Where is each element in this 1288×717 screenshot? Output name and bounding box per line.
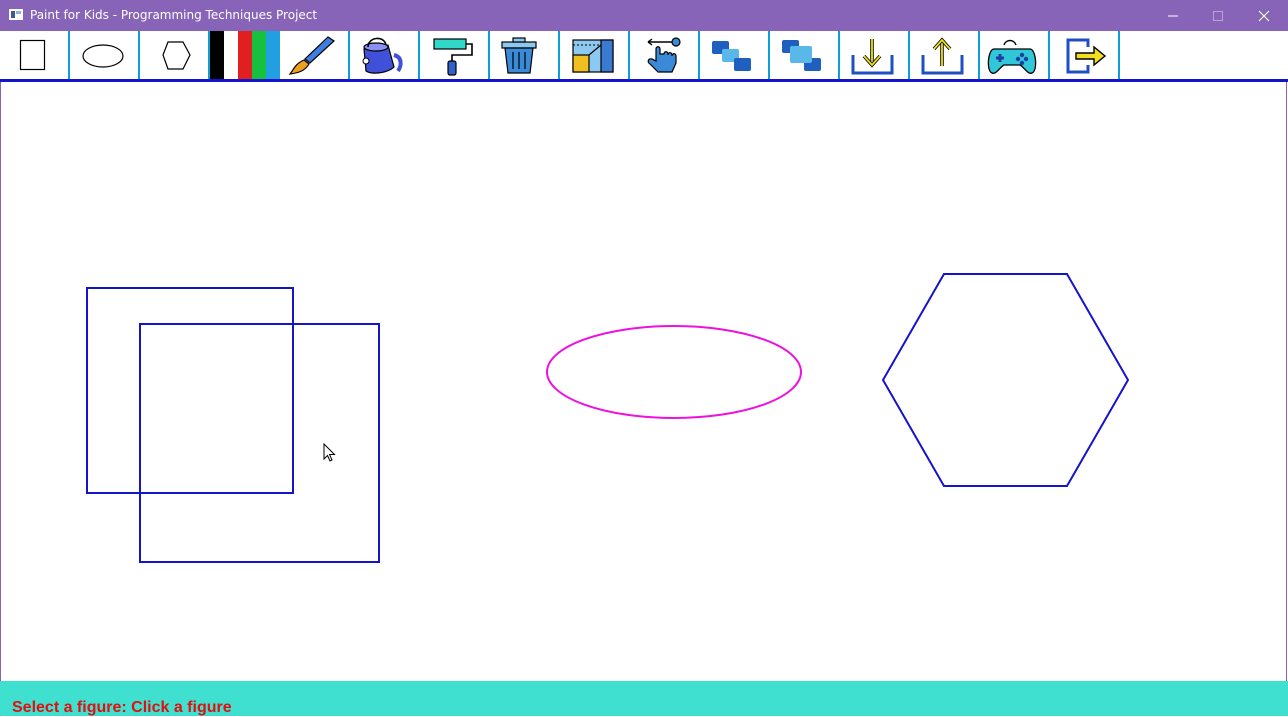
hexagon-figure[interactable]: [881, 273, 1130, 487]
status-message: Select a figure: Click a figure: [12, 699, 232, 716]
download-icon: [851, 39, 894, 75]
exit-button[interactable]: [1050, 31, 1120, 79]
minimize-button[interactable]: [1150, 0, 1196, 31]
paint-roller-icon: [433, 38, 473, 76]
play-mode-button[interactable]: [980, 31, 1050, 79]
draw-hexagon-button[interactable]: [140, 31, 210, 79]
window-title: Paint for Kids - Programming Techniques …: [30, 8, 318, 22]
move-figure-button[interactable]: [630, 31, 700, 79]
toolbar: [0, 31, 1288, 79]
rectangle-figure-1[interactable]: [86, 287, 294, 494]
bring-to-front-button[interactable]: [770, 31, 840, 79]
trash-icon: [501, 37, 537, 74]
change-draw-color-button[interactable]: [280, 31, 350, 79]
ellipse-figure[interactable]: [546, 325, 802, 419]
change-background-button[interactable]: [420, 31, 490, 79]
gamepad-icon: [987, 39, 1037, 74]
figures-layer: [86, 273, 1130, 563]
close-icon: [1258, 10, 1270, 22]
change-fill-color-button[interactable]: [350, 31, 420, 79]
app-icon: [9, 9, 23, 20]
status-bar: Select a figure: Click a figure: [0, 681, 1288, 716]
color-palette-icon: [210, 31, 280, 79]
ellipse-icon: [82, 44, 124, 68]
maximize-button[interactable]: [1195, 0, 1241, 31]
drawing-canvas[interactable]: [0, 82, 1287, 681]
bring-front-icon: [782, 40, 821, 71]
toolbar-separator: [208, 31, 210, 79]
paint-bucket-icon: [362, 37, 403, 74]
send-to-back-button[interactable]: [700, 31, 770, 79]
maximize-icon: [1213, 11, 1223, 21]
exit-icon: [1066, 38, 1107, 74]
brush-icon: [288, 36, 335, 75]
mouse-cursor-icon: [323, 443, 336, 462]
resize-icon: [572, 39, 614, 73]
resize-figure-button[interactable]: [560, 31, 630, 79]
drag-hand-icon: [647, 37, 681, 73]
close-button[interactable]: [1241, 0, 1287, 31]
draw-rectangle-button[interactable]: [0, 31, 70, 79]
color-palette-button[interactable]: [210, 31, 280, 79]
toolbar-separator: [1118, 31, 1120, 79]
rectangle-icon: [19, 39, 46, 71]
load-graph-button[interactable]: [840, 31, 910, 79]
upload-icon: [921, 37, 964, 75]
minimize-icon: [1168, 15, 1178, 17]
title-bar: Paint for Kids - Programming Techniques …: [0, 0, 1288, 31]
delete-figure-button[interactable]: [490, 31, 560, 79]
save-graph-button[interactable]: [910, 31, 980, 79]
draw-ellipse-button[interactable]: [70, 31, 140, 79]
hexagon-icon: [162, 41, 191, 70]
send-back-icon: [712, 41, 751, 71]
rectangle-figure-2[interactable]: [139, 323, 380, 563]
